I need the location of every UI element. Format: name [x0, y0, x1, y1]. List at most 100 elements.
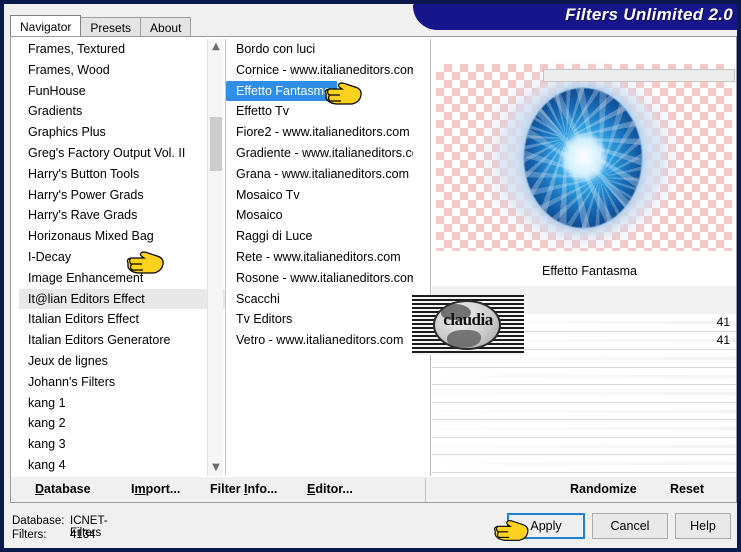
- database-caption: Database:: [12, 515, 65, 527]
- list-item-row: Scacchi: [226, 289, 413, 310]
- list-item[interactable]: Tv Editors: [226, 309, 413, 330]
- category-list-scrollbar[interactable]: ▲ ▼: [207, 39, 223, 476]
- effect-list[interactable]: Bordo con luci Cornice - www.italianedit…: [226, 39, 413, 476]
- list-item[interactable]: Mosaico Tv: [226, 185, 413, 206]
- list-item[interactable]: kang 2: [19, 413, 225, 434]
- list-item[interactable]: Harry's Power Grads: [19, 185, 225, 206]
- status-footer: Database: ICNET-Filters Filters: 4134 Ap…: [4, 504, 737, 548]
- title-banner: Filters Unlimited 2.0: [413, 4, 737, 30]
- parameter-row-empty: [432, 403, 736, 420]
- filters-count: 4134: [70, 529, 96, 541]
- list-item-row: Vetro - www.italianeditors.com: [226, 330, 413, 351]
- parameter-row-empty: [432, 438, 736, 455]
- list-item[interactable]: Graphics Plus: [19, 122, 225, 143]
- list-item[interactable]: Cornice - www.italianeditors.com: [226, 60, 413, 81]
- list-item[interactable]: Bordo con luci: [226, 39, 413, 60]
- filter-name-label: Effetto Fantasma: [542, 264, 637, 278]
- list-item[interactable]: Harry's Button Tools: [19, 164, 225, 185]
- list-item[interactable]: kang 1: [19, 393, 225, 414]
- filters-caption: Filters:: [12, 529, 47, 541]
- list-item[interactable]: Italian Editors Generatore: [19, 330, 225, 351]
- main-frame: Frames, Textured Frames, Wood FunHouse G…: [10, 36, 737, 500]
- tab-about[interactable]: About: [140, 17, 192, 36]
- list-item[interactable]: Italian Editors Effect: [19, 309, 225, 330]
- parameter-row-empty: [432, 368, 736, 385]
- editor-button[interactable]: Editor...: [307, 482, 353, 496]
- list-item[interactable]: Jeux de lignes: [19, 351, 225, 372]
- list-item[interactable]: Gradients: [19, 101, 225, 122]
- list-item[interactable]: Rosone - www.italianeditors.com: [226, 268, 413, 289]
- list-item[interactable]: Raggi di Luce: [226, 226, 413, 247]
- list-item[interactable]: Johann's Filters: [19, 372, 225, 393]
- list-item[interactable]: Frames, Wood: [19, 60, 225, 81]
- list-item[interactable]: Vetro - www.italianeditors.com: [226, 330, 413, 351]
- claudia-watermark: claudia: [412, 295, 524, 355]
- effect-list-panel: Bordo con luci Cornice - www.italianedit…: [225, 39, 430, 476]
- scroll-down-icon[interactable]: ▼: [208, 460, 224, 476]
- slider-track: [432, 444, 736, 448]
- list-item[interactable]: Horizonaus Mixed Bag: [19, 226, 225, 247]
- parameter-row-empty: [432, 455, 736, 473]
- scroll-up-icon[interactable]: ▲: [208, 39, 224, 55]
- slider-track: [432, 409, 736, 413]
- list-item-row: Grana - www.italianeditors.com: [226, 164, 413, 185]
- parameter-row-empty: [432, 420, 736, 438]
- list-item[interactable]: Mosaico: [226, 205, 413, 226]
- category-list[interactable]: Frames, Textured Frames, Wood FunHouse G…: [19, 39, 225, 476]
- import-button[interactable]: Import...: [131, 482, 180, 496]
- database-status: Database: ICNET-Filters: [12, 515, 108, 539]
- list-item[interactable]: Greg's Factory Output Vol. II: [19, 143, 225, 164]
- tab-strip: Navigator Presets About: [10, 15, 192, 36]
- list-item-row: Rete - www.italianeditors.com: [226, 247, 413, 268]
- orb-core-glow: [562, 132, 606, 182]
- filter-name-bar: Effetto Fantasma: [432, 260, 736, 286]
- database-button[interactable]: Database: [35, 482, 91, 496]
- randomize-button[interactable]: Randomize: [570, 482, 637, 496]
- preview-image: [436, 62, 732, 252]
- list-item-row: Effetto Tv: [226, 101, 413, 122]
- list-item-row: Fiore2 - www.italianeditors.com: [226, 122, 413, 143]
- list-item-selected-category[interactable]: It@lian Editors Effect: [19, 288, 225, 310]
- tab-presets[interactable]: Presets: [80, 17, 142, 36]
- parameter-row-empty: [432, 385, 736, 403]
- watermark-text: claudia: [443, 310, 493, 329]
- list-item-row: Gradiente - www.italianeditors.com: [226, 143, 413, 164]
- list-item-row: Rosone - www.italianeditors.com: [226, 268, 413, 289]
- toolbar-separator: [425, 478, 426, 502]
- list-item[interactable]: kang 4: [19, 455, 225, 476]
- tab-navigator[interactable]: Navigator: [10, 15, 82, 36]
- list-item[interactable]: Image Enhancement: [19, 268, 225, 289]
- scrollbar-thumb[interactable]: [210, 117, 222, 171]
- slider-track: [432, 357, 736, 360]
- filter-info-button[interactable]: Filter Info...: [210, 482, 277, 496]
- list-item-row: Bordo con luci: [226, 39, 413, 60]
- list-item[interactable]: Fiore2 - www.italianeditors.com: [226, 122, 413, 143]
- list-item-row: Mosaico: [226, 205, 413, 226]
- list-item[interactable]: Effetto Tv: [226, 101, 413, 122]
- reset-button[interactable]: Reset: [670, 482, 704, 496]
- list-item-row: Raggi di Luce: [226, 226, 413, 247]
- preview-panel: Effetto Fantasma Sposta-X 41 Sposta-Y 41: [412, 39, 736, 476]
- list-item[interactable]: kang 3: [19, 434, 225, 455]
- title-banner-shape: [413, 4, 737, 30]
- list-item[interactable]: Gradiente - www.italianeditors.com: [226, 143, 413, 164]
- help-button[interactable]: Help: [675, 513, 731, 539]
- slider-track: [432, 392, 736, 395]
- filters-status: Filters: 4134: [12, 529, 96, 541]
- list-item-row: Effetto Fantasma: [226, 80, 413, 102]
- list-item[interactable]: Harry's Rave Grads: [19, 205, 225, 226]
- apply-button[interactable]: Apply: [507, 513, 585, 539]
- parameter-value: 41: [716, 333, 730, 347]
- list-item[interactable]: I-Decay: [19, 247, 225, 268]
- list-item[interactable]: Frames, Textured: [19, 39, 225, 60]
- list-item[interactable]: Scacchi: [226, 289, 413, 310]
- list-item-selected-effect[interactable]: Effetto Fantasma: [226, 80, 337, 102]
- action-toolbar: Database Import... Filter Info... Editor…: [10, 477, 737, 503]
- list-item-row: Cornice - www.italianeditors.com: [226, 60, 413, 81]
- list-item[interactable]: FunHouse: [19, 81, 225, 102]
- cancel-button[interactable]: Cancel: [592, 513, 668, 539]
- list-item-row: Mosaico Tv: [226, 185, 413, 206]
- list-item[interactable]: Grana - www.italianeditors.com: [226, 164, 413, 185]
- filter-name-slider-track[interactable]: [543, 69, 735, 82]
- list-item[interactable]: Rete - www.italianeditors.com: [226, 247, 413, 268]
